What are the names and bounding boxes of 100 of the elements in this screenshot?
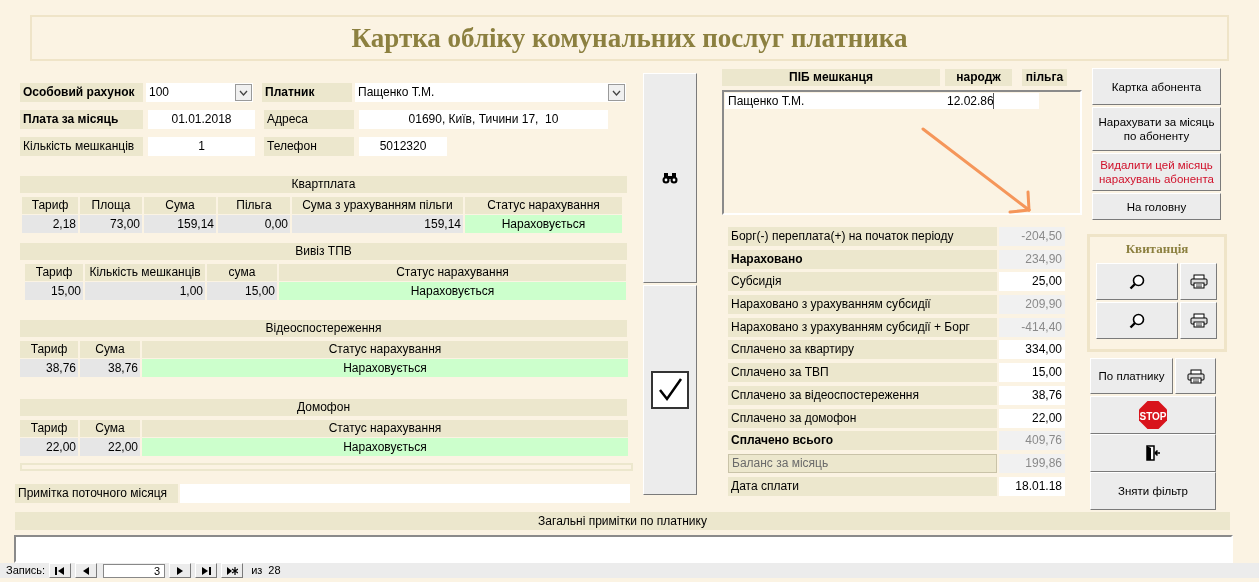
column-header: сума — [207, 264, 277, 281]
section-header: Квартплата — [20, 176, 627, 193]
new-record-button[interactable] — [221, 563, 244, 578]
table-cell: 15,00 — [25, 282, 83, 300]
search-icon — [1129, 273, 1145, 290]
printer-icon — [1186, 368, 1205, 384]
column-header: Сума — [80, 420, 140, 437]
find-button[interactable] — [643, 73, 697, 283]
column-header: Сума з урахуванням пільги — [292, 197, 463, 214]
summary-label: Нараховано з урахуванням субсидії — [728, 295, 997, 315]
form-title: Картка обліку комунальних послуг платника — [351, 21, 908, 55]
field-label: Особовий рахунок — [20, 83, 143, 102]
summary-label: Сплачено всього — [728, 431, 997, 451]
clear-filter-button[interactable]: Зняти фільтр — [1090, 472, 1216, 510]
stop-sign-icon: STOP — [1138, 400, 1168, 430]
table-cell: 15,00 — [207, 282, 277, 300]
text-field[interactable]: 1 — [148, 137, 255, 156]
field-label: Адреса — [264, 110, 354, 129]
table-cell: 1,00 — [85, 282, 205, 300]
summary-label: Нараховано — [728, 249, 997, 269]
exit-button[interactable] — [1090, 434, 1216, 472]
field-label: Платник — [262, 83, 352, 102]
field-label: Кількість мешканців — [20, 137, 143, 156]
input-field[interactable]: 18.01.18 — [999, 476, 1065, 496]
table-cell[interactable]: Пащенко Т.М. — [725, 93, 944, 109]
input-field[interactable] — [994, 93, 1039, 109]
input-field[interactable]: 38,76 — [999, 385, 1065, 405]
action-button[interactable]: Картка абонента — [1092, 68, 1221, 105]
print-button[interactable] — [1180, 302, 1217, 339]
summary-label: Сплачено за ТВП — [728, 363, 997, 383]
record-number-field[interactable]: 3 — [103, 563, 166, 578]
action-button[interactable]: На головну — [1092, 193, 1221, 220]
first-icon — [54, 565, 67, 576]
value-field: 209,90 — [999, 295, 1065, 315]
input-field[interactable]: 22,00 — [999, 408, 1065, 428]
text-field[interactable]: 01690, Київ, Тичини 17, 10 — [359, 110, 608, 129]
text-field[interactable]: 01.01.2018 — [148, 110, 255, 129]
summary-label: Баланс за місяць — [728, 453, 997, 473]
action-button[interactable]: Нарахувати за місяць по абоненту — [1092, 107, 1221, 151]
of-label: из — [251, 563, 263, 579]
section-header: Загальні примітки по платнику — [15, 512, 1230, 530]
preview-button[interactable] — [1096, 302, 1178, 339]
value-field: 409,76 — [999, 431, 1065, 451]
dropdown-field[interactable]: 100 — [146, 83, 253, 102]
summary-label: Сплачено за домофон — [728, 408, 997, 428]
table-cell: Нараховується — [279, 282, 626, 300]
payer-button[interactable]: По платнику — [1090, 358, 1173, 394]
table-cell: Нараховується — [465, 215, 622, 233]
column-header: пільга — [1022, 69, 1067, 86]
stop-button[interactable]: STOP — [1090, 396, 1216, 434]
dropdown-button[interactable] — [235, 84, 252, 101]
table-cell: 2,18 — [22, 215, 78, 233]
preview-button[interactable] — [1096, 263, 1178, 300]
column-header: Статус нарахування — [279, 264, 626, 281]
action-button[interactable]: Видалити цей місяць нарахувань абонента — [1092, 153, 1221, 191]
record-count: 28 — [268, 563, 281, 579]
field-label: Телефон — [264, 137, 354, 156]
value-field: 199,86 — [999, 453, 1065, 473]
table-cell: 159,14 — [144, 215, 216, 233]
column-header: народж — [945, 69, 1012, 86]
note-field[interactable] — [180, 484, 630, 503]
summary-label: Дата сплати — [728, 476, 997, 496]
print-button[interactable] — [1175, 358, 1216, 394]
value-field: 234,90 — [999, 249, 1065, 269]
input-field[interactable]: 25,00 — [999, 272, 1065, 292]
table-cell[interactable]: 12.02.86 — [944, 93, 994, 109]
summary-label: Нараховано з урахуванням субсидії + Борг — [728, 317, 997, 337]
printer-icon — [1189, 274, 1208, 289]
dropdown-button[interactable] — [608, 84, 625, 101]
notes-field[interactable] — [14, 535, 1233, 563]
printer-icon — [1189, 313, 1208, 328]
previous-record-button[interactable] — [75, 563, 98, 578]
binoculars-icon — [662, 172, 678, 184]
input-field[interactable]: 15,00 — [999, 363, 1065, 383]
confirm-button[interactable] — [643, 285, 697, 495]
column-header: Тариф — [22, 197, 78, 214]
summary-label: Борг(-) переплата(+) на початок періоду — [728, 227, 997, 246]
column-header: Статус нарахування — [465, 197, 622, 214]
print-button[interactable] — [1180, 263, 1217, 300]
input-field[interactable]: 334,00 — [999, 340, 1065, 360]
next-record-button[interactable] — [169, 563, 192, 578]
last-record-button[interactable] — [195, 563, 218, 578]
dropdown-field[interactable]: Пащенко Т.М. — [355, 83, 626, 102]
column-header: Статус нарахування — [142, 420, 628, 437]
table-cell: 73,00 — [80, 215, 142, 233]
column-header: Площа — [80, 197, 142, 214]
last-icon — [200, 565, 213, 576]
text-field[interactable]: 5012320 — [359, 137, 447, 156]
table-cell: 22,00 — [80, 438, 140, 456]
group-title: Квитанція — [1124, 240, 1190, 258]
column-header: Сума — [144, 197, 216, 214]
first-record-button[interactable] — [49, 563, 72, 578]
table-cell: 159,14 — [292, 215, 463, 233]
column-header: Статус нарахування — [142, 341, 628, 358]
field-label: Примітка поточного місяця — [15, 484, 178, 503]
search-icon — [1129, 312, 1145, 329]
table-cell: 22,00 — [20, 438, 78, 456]
table-cell: 38,76 — [80, 359, 140, 377]
checkmark-icon — [651, 371, 689, 409]
section-header: Домофон — [20, 399, 627, 416]
